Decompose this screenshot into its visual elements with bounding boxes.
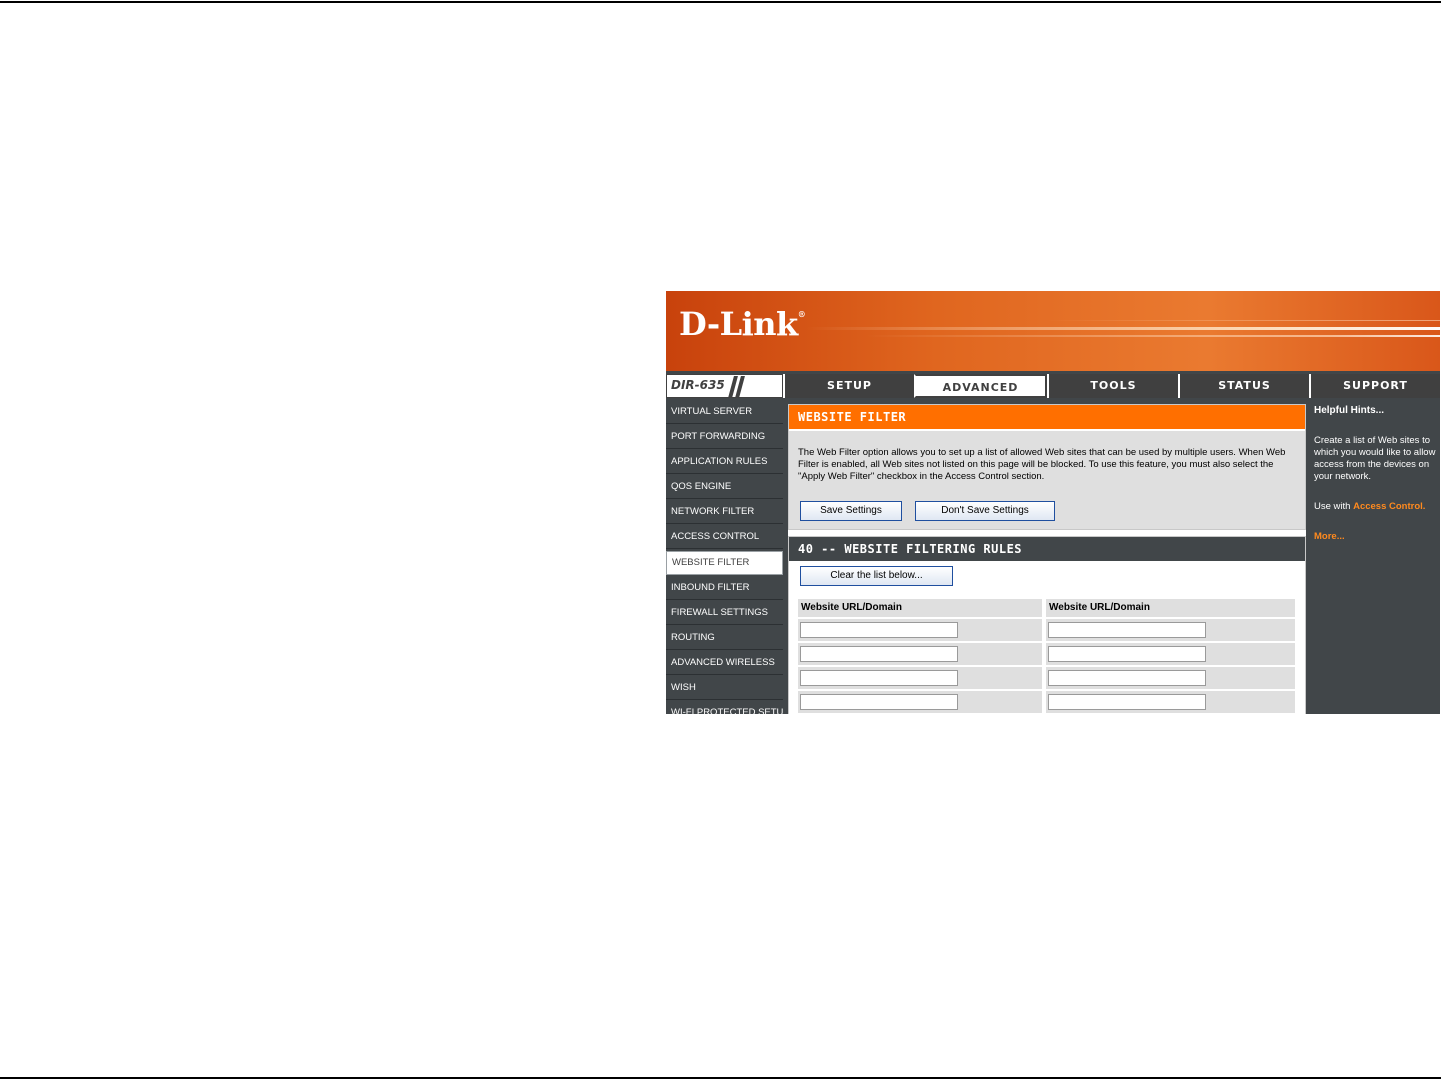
url-input[interactable] — [800, 646, 958, 662]
url-input[interactable] — [1048, 694, 1206, 710]
sidebar-item-access-control[interactable]: ACCESS CONTROL — [666, 526, 783, 549]
sidebar: VIRTUAL SERVER PORT FORWARDING APPLICATI… — [666, 401, 783, 714]
sidebar-item-qos-engine[interactable]: QOS ENGINE — [666, 476, 783, 499]
helpful-hints-panel: Helpful Hints... Create a list of Web si… — [1310, 401, 1440, 714]
tab-setup[interactable]: SETUP — [783, 374, 914, 398]
table-row — [798, 619, 1042, 641]
sidebar-item-virtual-server[interactable]: VIRTUAL SERVER — [666, 401, 783, 424]
more-link[interactable]: More... — [1314, 531, 1438, 543]
clear-list-button[interactable]: Clear the list below... — [800, 566, 953, 586]
help-use-with: Use with — [1314, 501, 1351, 512]
table-row — [1046, 667, 1295, 689]
sidebar-item-routing[interactable]: ROUTING — [666, 627, 783, 650]
sidebar-item-advanced-wireless[interactable]: ADVANCED WIRELESS — [666, 652, 783, 675]
url-input[interactable] — [800, 670, 958, 686]
sidebar-item-inbound-filter[interactable]: INBOUND FILTER — [666, 577, 783, 600]
rules-title: 40 -- WEBSITE FILTERING RULES — [789, 537, 1305, 561]
url-input[interactable] — [800, 694, 958, 710]
url-input[interactable] — [800, 622, 958, 638]
access-control-link[interactable]: Access Control. — [1353, 501, 1425, 512]
tab-advanced[interactable]: ADVANCED — [914, 374, 1047, 398]
top-rule — [0, 1, 1441, 3]
website-filter-section: WEBSITE FILTER The Web Filter option all… — [788, 404, 1306, 530]
url-input[interactable] — [1048, 622, 1206, 638]
banner-streak — [806, 327, 1440, 330]
section-description: The Web Filter option allows you to set … — [798, 447, 1286, 482]
sidebar-item-website-filter[interactable]: WEBSITE FILTER — [666, 551, 783, 575]
table-row — [1046, 619, 1295, 641]
column-header-url-left: Website URL/Domain — [798, 599, 1042, 617]
banner-streak — [1046, 320, 1440, 321]
tab-tools[interactable]: TOOLS — [1047, 374, 1178, 398]
tab-status[interactable]: STATUS — [1178, 374, 1309, 398]
header-banner: D-Link® — [666, 291, 1440, 371]
model-label: DIR-635 — [666, 374, 783, 398]
router-admin-screenshot: D-Link® DIR-635 SETUP ADVANCED TOOLS STA… — [666, 291, 1440, 714]
sidebar-item-port-forwarding[interactable]: PORT FORWARDING — [666, 426, 783, 449]
help-access-control-line: Use with Access Control. — [1314, 501, 1438, 513]
url-input[interactable] — [1048, 646, 1206, 662]
table-row — [798, 691, 1042, 713]
sidebar-item-network-filter[interactable]: NETWORK FILTER — [666, 501, 783, 524]
banner-streak — [866, 335, 1440, 337]
model-text: DIR-635 — [671, 378, 725, 392]
section-title: WEBSITE FILTER — [789, 405, 1305, 431]
sidebar-item-wish[interactable]: WISH — [666, 677, 783, 700]
filtering-rules-section: 40 -- WEBSITE FILTERING RULES Clear the … — [788, 536, 1306, 714]
table-row — [798, 667, 1042, 689]
tab-support[interactable]: SUPPORT — [1309, 374, 1440, 398]
column-header-url-right: Website URL/Domain — [1046, 599, 1295, 617]
sidebar-item-wps[interactable]: WI-FI PROTECTED SETUP — [666, 702, 783, 714]
dlink-logo: D-Link® — [679, 305, 806, 343]
help-text: Create a list of Web sites to which you … — [1314, 435, 1436, 482]
dont-save-settings-button[interactable]: Don't Save Settings — [915, 501, 1055, 521]
table-row — [1046, 691, 1295, 713]
main-content: WEBSITE FILTER The Web Filter option all… — [788, 404, 1306, 714]
help-title: Helpful Hints... — [1314, 405, 1384, 416]
bottom-rule — [0, 1077, 1441, 1079]
sidebar-item-application-rules[interactable]: APPLICATION RULES — [666, 451, 783, 474]
sidebar-item-firewall-settings[interactable]: FIREWALL SETTINGS — [666, 602, 783, 625]
table-row — [1046, 643, 1295, 665]
top-nav: DIR-635 SETUP ADVANCED TOOLS STATUS SUPP… — [666, 374, 1440, 398]
save-settings-button[interactable]: Save Settings — [800, 501, 902, 521]
url-input[interactable] — [1048, 670, 1206, 686]
table-row — [798, 643, 1042, 665]
